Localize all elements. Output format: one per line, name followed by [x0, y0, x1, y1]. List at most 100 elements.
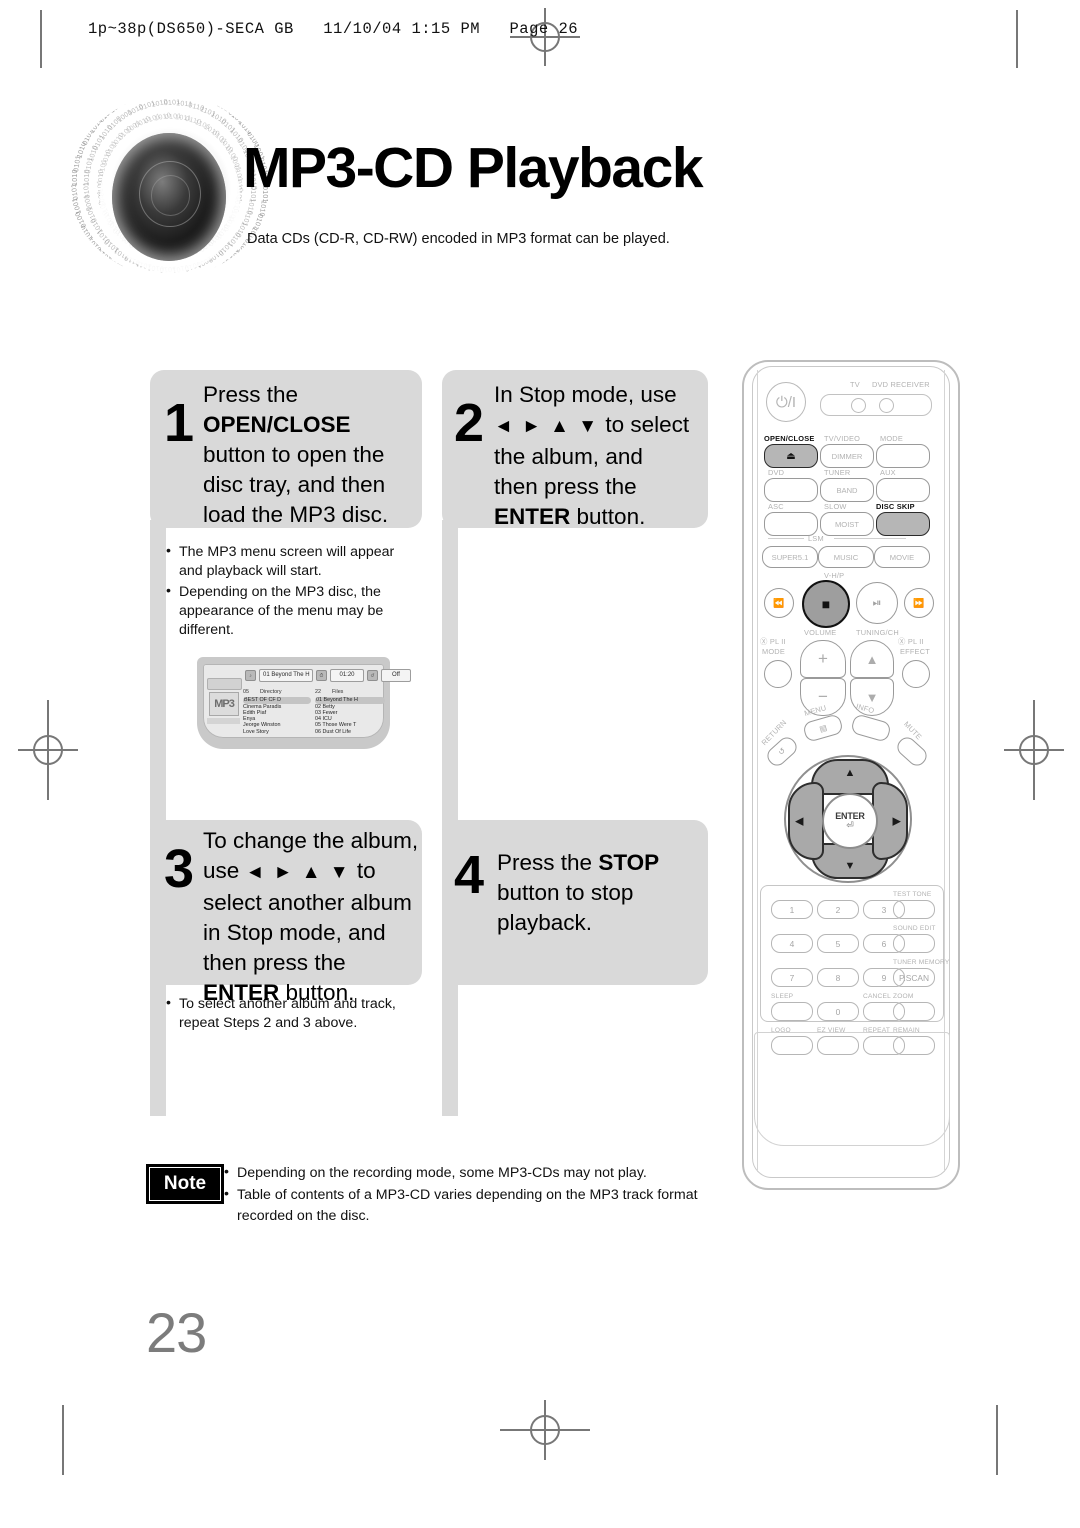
step-2-line3: the album, and [494, 444, 643, 469]
next-track-button[interactable]: ⏩ [904, 588, 934, 618]
tuning-up-button[interactable]: ▲ [850, 640, 894, 678]
keypad-button-text: 3 [881, 904, 887, 915]
navigation-pad[interactable]: ▲ ▼ ◀ ▶ ENTER ⏎ [784, 755, 912, 883]
list-item[interactable]: 06 Dust Of Life [315, 729, 385, 735]
keypad-button-text: 2 [835, 904, 841, 915]
step-2-text: In Stop mode, use ◄ ► ▲ ▼ to select the … [494, 380, 704, 532]
keypad-button-5[interactable]: 5 [817, 934, 859, 953]
remote-button-tv-video[interactable]: DIMMER [820, 444, 874, 468]
keypad-button-8[interactable]: 8 [817, 968, 859, 987]
mp3-menu-screen-illustration: MP3 ♪ 01 Beyond The H ⏱ 01:20 ↺ Off 05 D… [197, 657, 411, 757]
step-1-line1: Press the [203, 382, 299, 407]
remote-button-disc-skip[interactable] [876, 512, 930, 536]
numeric-keypad: 1 2 3 TEST TONE 4 5 6 SOUND EDIT 7 8 9 TUNER MEMORY… [760, 885, 949, 1055]
files-label: Files [332, 689, 344, 695]
keypad-button-0[interactable]: 0 [817, 1002, 859, 1021]
remote-control-illustration: ⏻/I TV DVD RECEIVER OPEN/CLOSE ⏏ TV/VIDEO D… [742, 360, 960, 1190]
step-3-box: 3 To change the album, use ◄ ► ▲ ▼ to se… [150, 820, 422, 1005]
osd-time: 01:20 [330, 669, 364, 682]
mp3-logo: MP3 [209, 692, 239, 716]
step-2-line5: button. [576, 504, 646, 529]
lsm-divider-right [834, 538, 906, 539]
enter-icon: ⏎ [846, 820, 854, 830]
keypad-button-zoom[interactable] [893, 1002, 935, 1021]
step-1-text: Press the OPEN/CLOSE button to open the … [203, 380, 418, 530]
remote-button-sublabel: BAND [836, 485, 858, 495]
remote-button-super5-1[interactable]: SUPER5.1 [762, 546, 818, 568]
files-column: 22 Files 01 Beyond The H 02 Betty 03 Fewer… [315, 689, 385, 735]
step-3-line1: To change the album, [203, 828, 419, 853]
track-icon: ♪ [245, 670, 256, 681]
keypad-button-7[interactable]: 7 [771, 968, 813, 987]
stop-button[interactable]: ■ [802, 580, 850, 628]
nav-left-icon: ◀ [795, 815, 804, 828]
remote-button-label: SUPER5.1 [771, 552, 809, 562]
keypad-button-text: 8 [835, 972, 841, 983]
remote-button-label: OPEN/CLOSE [764, 434, 815, 443]
step-3-line2: use [203, 858, 240, 883]
remote-button-slow[interactable]: MOIST [820, 512, 874, 536]
step-3-arrows: ◄ ► ▲ ▼ [245, 862, 351, 883]
remote-button-music[interactable]: MUSIC [818, 546, 874, 568]
keypad-button-text: 0 [835, 1006, 841, 1017]
remote-button-open-close[interactable]: ⏏ [764, 444, 818, 468]
keypad-label: TEST TONE [893, 891, 932, 898]
remote-button-label: DISC SKIP [876, 502, 915, 511]
remote-button-label: DVD [768, 468, 785, 477]
registration-mark-right [1004, 700, 1064, 800]
step-4-bold: STOP [598, 850, 660, 875]
keypad-button-sound-edit[interactable] [893, 934, 935, 953]
remote-button-tuner[interactable]: BAND [820, 478, 874, 502]
nav-down-icon: ▼ [844, 860, 856, 872]
osd-repeat: Off [381, 669, 411, 682]
plii-mode-label-1: Ⓧ PL II [760, 637, 786, 646]
keypad-button-text: P.SCAN [898, 972, 930, 983]
prev-track-button[interactable]: ⏪ [764, 588, 794, 618]
keypad-button-sleep[interactable] [771, 1002, 813, 1021]
power-button[interactable]: ⏻/I [766, 382, 806, 422]
page-title: MP3-CD Playback [243, 136, 704, 200]
remote-button-mode[interactable] [876, 444, 930, 468]
step-2-number: 2 [454, 393, 485, 453]
step-3-line5: in Stop mode, and [203, 920, 386, 945]
crop-mark-top-left-v [40, 10, 42, 68]
keypad-label: SLEEP [771, 993, 794, 1000]
remote-bottom-panel [754, 1032, 950, 1146]
keypad-label: CANCEL [863, 993, 891, 1000]
remote-button-asc[interactable] [764, 512, 818, 536]
remote-button-dvd[interactable] [764, 478, 818, 502]
mode-selector-slider[interactable] [820, 394, 932, 416]
keypad-button-text: 7 [789, 972, 795, 983]
step-3-number: 3 [164, 839, 195, 899]
vhp-label: V-H/P [824, 571, 845, 580]
enter-button[interactable]: ENTER ⏎ [822, 793, 878, 849]
list-item[interactable]: Love Story [243, 729, 311, 735]
step-1-number: 1 [164, 393, 195, 453]
remote-button-sublabel: MOIST [834, 519, 860, 529]
keypad-button-test-tone[interactable] [893, 900, 935, 919]
keypad-button-4[interactable]: 4 [771, 934, 813, 953]
remote-button-label: MUSIC [833, 552, 859, 562]
keypad-button-text: 9 [881, 972, 887, 983]
remote-button-movie[interactable]: MOVIE [874, 546, 930, 568]
nav-left-button[interactable]: ◀ [788, 782, 824, 860]
plii-effect-button[interactable] [902, 660, 930, 688]
keypad-button-1[interactable]: 1 [771, 900, 813, 919]
step-2-arrows: ◄ ► ▲ ▼ [494, 416, 600, 437]
keypad-button-2[interactable]: 2 [817, 900, 859, 919]
step-4-text: Press the STOP button to stop playback. [497, 848, 702, 938]
plii-mode-label-2: MODE [762, 647, 785, 656]
page-subtitle: Data CDs (CD-R, CD-RW) encoded in MP3 fo… [247, 231, 670, 247]
volume-up-button[interactable]: + [800, 640, 846, 678]
remote-button-aux[interactable] [876, 478, 930, 502]
tuning-ch-label: TUNING/CH [856, 628, 899, 637]
keypad-button-p-scan[interactable]: P.SCAN [893, 968, 935, 987]
step-4-line2: button to stop [497, 880, 634, 905]
plii-effect-label-1: Ⓧ PL II [898, 637, 924, 646]
plii-mode-button[interactable] [764, 660, 792, 688]
step-3-text: To change the album, use ◄ ► ▲ ▼ to sele… [203, 826, 421, 1008]
print-slug: 1p~38p(DS650)-SECA GB 11/10/04 1:15 PM P… [88, 20, 579, 38]
play-pause-button[interactable]: ⏯ [856, 582, 898, 624]
directory-label: Directory [260, 689, 282, 695]
eject-icon: ⏏ [786, 450, 796, 462]
